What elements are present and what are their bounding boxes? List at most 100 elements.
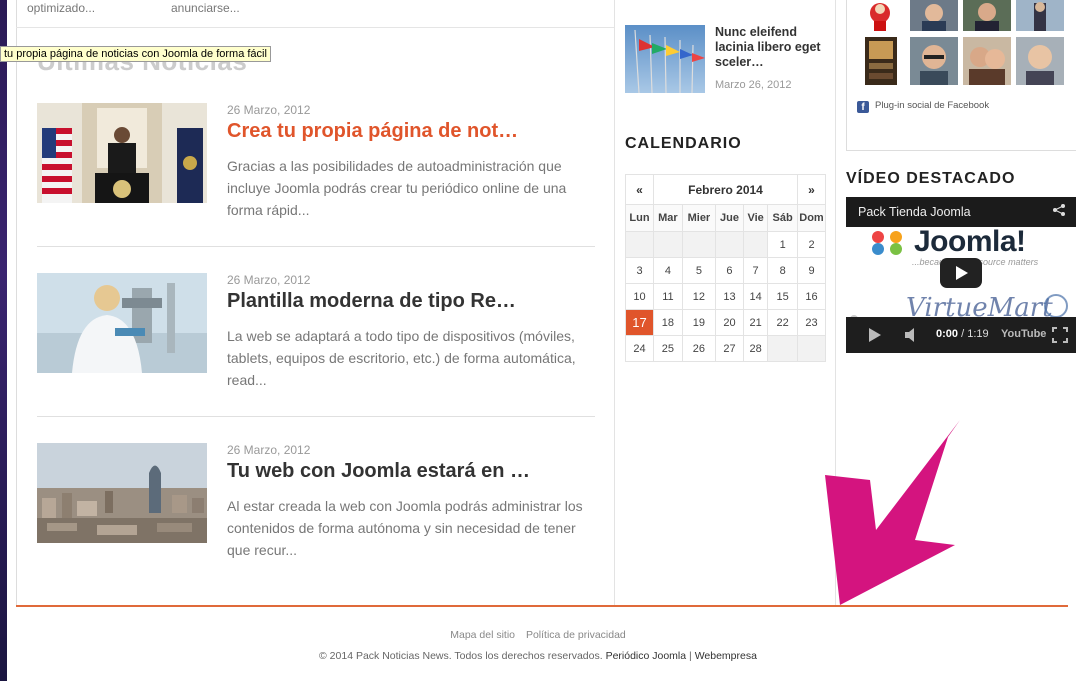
calendar-prev-button[interactable]: « bbox=[625, 174, 654, 205]
calendar-empty-cell bbox=[797, 335, 826, 362]
footer-link-webempresa[interactable]: Webempresa bbox=[695, 650, 757, 662]
desktop-background-strip bbox=[0, 0, 7, 681]
calendar-day[interactable]: 24 bbox=[625, 335, 654, 362]
article-date: 26 Marzo, 2012 bbox=[227, 443, 311, 457]
volume-icon[interactable] bbox=[904, 327, 920, 346]
divider bbox=[16, 27, 614, 28]
footer-divider bbox=[16, 605, 1068, 607]
fan-avatar[interactable] bbox=[1016, 37, 1064, 85]
joomla-logo-icon bbox=[872, 231, 902, 255]
weekday-label: Jue bbox=[714, 204, 744, 232]
calendar-day[interactable]: 23 bbox=[797, 309, 826, 336]
video-time: 0:00 / 1:19 bbox=[936, 328, 989, 340]
fan-avatar[interactable] bbox=[910, 37, 958, 85]
calendar-day[interactable]: 19 bbox=[681, 309, 716, 336]
fan-avatar[interactable] bbox=[857, 0, 903, 31]
link-tooltip: tu propia página de noticias con Joomla … bbox=[0, 46, 271, 62]
column-divider bbox=[614, 0, 615, 607]
weekday-label: Lun bbox=[625, 204, 654, 232]
calendar-day[interactable]: 28 bbox=[742, 335, 769, 362]
previous-snippet[interactable]: optimizado... bbox=[27, 1, 95, 15]
article-title-link[interactable]: Plantilla moderna de tipo Re… bbox=[227, 290, 516, 313]
calendar-next-button[interactable]: » bbox=[797, 174, 826, 205]
fan-avatar[interactable] bbox=[910, 0, 958, 31]
calendar-day[interactable]: 25 bbox=[653, 335, 683, 362]
video-player[interactable]: Joomla! ...because open source matters V… bbox=[846, 197, 1076, 353]
calendar-day[interactable]: 5 bbox=[681, 257, 716, 284]
calendar-day[interactable]: 27 bbox=[714, 335, 744, 362]
article-thumbnail[interactable] bbox=[37, 443, 207, 543]
facebook-icon: f bbox=[857, 101, 869, 113]
calendar-day[interactable]: 22 bbox=[767, 309, 798, 336]
facebook-like-box: f Plug-in social de Facebook bbox=[846, 0, 1076, 151]
copyright-text: © 2014 Pack Noticias News. Todos los der… bbox=[319, 650, 603, 662]
calendar-day[interactable]: 15 bbox=[767, 283, 798, 310]
article-item: 26 Marzo, 2012 Crea tu propia página de … bbox=[37, 103, 595, 273]
calendar-day[interactable]: 13 bbox=[714, 283, 744, 310]
footer-link-periodico[interactable]: Periódico Joomla bbox=[606, 650, 687, 662]
footer-copyright: © 2014 Pack Noticias News. Todos los der… bbox=[0, 650, 1076, 662]
annotation-arrow-icon bbox=[825, 420, 960, 605]
calendar-day[interactable]: 21 bbox=[742, 309, 769, 336]
play-icon[interactable] bbox=[868, 327, 882, 346]
youtube-logo[interactable]: YouTube bbox=[1001, 328, 1046, 340]
article-thumbnail[interactable] bbox=[37, 273, 207, 373]
article-excerpt: Al estar creada la web con Joomla podrás… bbox=[227, 498, 583, 558]
calendar-day[interactable]: 14 bbox=[742, 283, 769, 310]
video-current-time: 0:00 bbox=[936, 328, 959, 340]
video-logo-text: Joomla! bbox=[914, 225, 1026, 258]
article-title-link[interactable]: Crea tu propia página de not… bbox=[227, 120, 518, 143]
side-news-date: Marzo 26, 2012 bbox=[715, 79, 792, 91]
previous-snippet[interactable]: anunciarse... bbox=[171, 1, 240, 15]
calendar-day[interactable]: 4 bbox=[653, 257, 683, 284]
calendar-day[interactable]: 18 bbox=[653, 309, 683, 336]
calendar-day[interactable]: 12 bbox=[681, 283, 716, 310]
calendar-day[interactable]: 16 bbox=[797, 283, 826, 310]
video-title[interactable]: Pack Tienda Joomla bbox=[858, 205, 971, 219]
fan-avatar[interactable] bbox=[865, 37, 897, 85]
calendar-empty-cell bbox=[625, 231, 654, 258]
video-title-bar: Pack Tienda Joomla bbox=[846, 197, 1076, 227]
fan-avatar[interactable] bbox=[1016, 0, 1064, 31]
facebook-plugin-label[interactable]: f Plug-in social de Facebook bbox=[857, 100, 989, 113]
calendar-day[interactable]: 20 bbox=[714, 309, 744, 336]
footer-link-sitemap[interactable]: Mapa del sitio bbox=[450, 629, 515, 641]
article-item: 26 Marzo, 2012 Plantilla moderna de tipo… bbox=[37, 273, 595, 443]
calendar-day[interactable]: 3 bbox=[625, 257, 654, 284]
calendar-day[interactable]: 26 bbox=[681, 335, 716, 362]
article-title-link[interactable]: Tu web con Joomla estará en … bbox=[227, 460, 530, 483]
article-thumbnail[interactable] bbox=[37, 103, 207, 203]
footer-separator: | bbox=[689, 650, 692, 662]
calendar-day[interactable]: 1 bbox=[767, 231, 798, 258]
article-date: 26 Marzo, 2012 bbox=[227, 273, 311, 287]
fullscreen-icon[interactable] bbox=[1052, 327, 1068, 346]
calendar-day[interactable]: 8 bbox=[767, 257, 798, 284]
calendar-day[interactable]: 7 bbox=[742, 257, 769, 284]
calendar-month-label: Febrero 2014 bbox=[653, 174, 798, 205]
calendar-day[interactable]: 11 bbox=[653, 283, 683, 310]
calendar-day[interactable]: 2 bbox=[797, 231, 826, 258]
calendar-empty-cell bbox=[653, 231, 683, 258]
calendar-day[interactable]: 6 bbox=[714, 257, 744, 284]
calendar-day-today[interactable]: 17 bbox=[625, 309, 654, 336]
calendar-day[interactable]: 10 bbox=[625, 283, 654, 310]
footer-links: Mapa del sitio Política de privacidad bbox=[0, 629, 1076, 641]
calendar-empty-cell bbox=[714, 231, 744, 258]
calendar-empty-cell bbox=[681, 231, 716, 258]
share-icon[interactable] bbox=[1052, 203, 1066, 220]
calendar-day[interactable]: 9 bbox=[797, 257, 826, 284]
fan-avatar[interactable] bbox=[963, 0, 1011, 31]
fan-avatar[interactable] bbox=[963, 37, 1011, 85]
weekday-label: Mar bbox=[653, 204, 683, 232]
weekday-label: Mier bbox=[681, 204, 716, 232]
video-heading: VÍDEO DESTACADO bbox=[846, 170, 1016, 187]
calendar-empty-cell bbox=[767, 335, 798, 362]
play-button[interactable] bbox=[940, 258, 982, 288]
article-excerpt: La web se adaptará a todo tipo de dispos… bbox=[227, 328, 576, 388]
facebook-plugin-text: Plug-in social de Facebook bbox=[875, 100, 990, 111]
side-news-thumbnail[interactable] bbox=[625, 25, 705, 93]
footer-link-privacy[interactable]: Política de privacidad bbox=[526, 629, 626, 641]
calendar-widget: « Febrero 2014 » Lun Mar Mier Jue Vie Sá… bbox=[625, 174, 826, 362]
side-news-title-link[interactable]: Nunc eleifend lacinia libero eget sceler… bbox=[715, 25, 833, 70]
article-date: 26 Marzo, 2012 bbox=[227, 103, 311, 117]
